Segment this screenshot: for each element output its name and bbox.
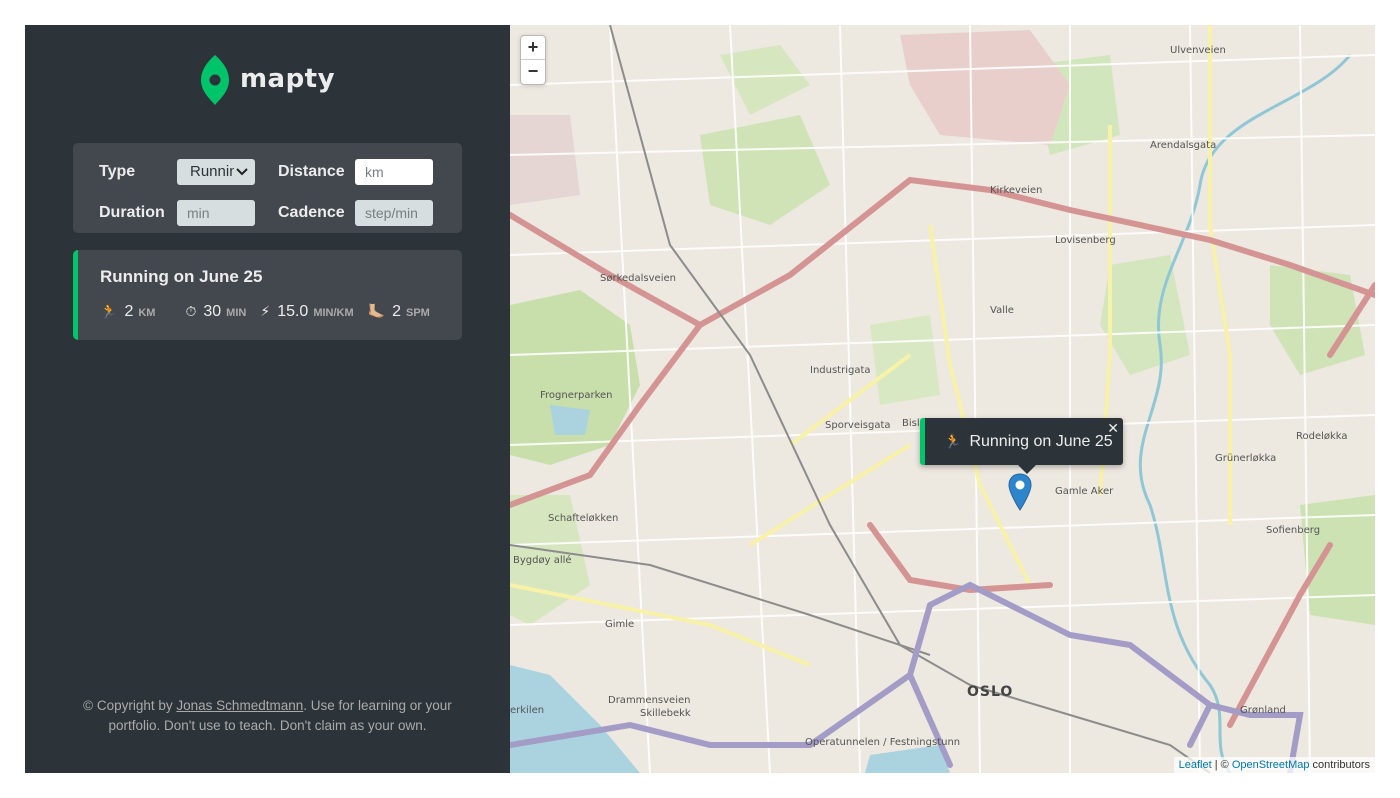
distance-label: Distance — [278, 163, 345, 180]
leaflet-link[interactable]: Leaflet — [1179, 759, 1212, 771]
stopwatch-icon: ⏱ — [185, 303, 197, 319]
logo: mapty — [25, 53, 510, 105]
workout-duration: ⏱ 30 min — [185, 303, 246, 321]
map-marker-icon[interactable] — [1008, 473, 1032, 511]
close-icon[interactable]: ✕ — [1107, 420, 1119, 437]
sidebar: mapty Type Running Distance Duration Cad… — [25, 25, 510, 773]
cadence-input[interactable] — [355, 199, 433, 226]
cadence-label: Cadence — [278, 203, 345, 221]
map-label-gimle: Gimle — [605, 619, 635, 630]
distance-value: 2 — [124, 303, 134, 320]
distance-input[interactable] — [355, 159, 433, 185]
map[interactable]: Frognerparken Valle Lovisenberg Schaftel… — [510, 25, 1375, 773]
workout-details: 🏃 2 km ⏱ 30 min ⚡ 15.0 min/km 🦶🏼 2 — [100, 303, 462, 321]
duration-label: Duration — [99, 203, 165, 221]
type-label: Type — [99, 163, 136, 180]
map-label-lovisenberg: Lovisenberg — [1055, 235, 1116, 246]
zoom-out-button[interactable]: − — [521, 60, 545, 84]
author-link[interactable]: Jonas Schmedtmann — [176, 698, 303, 713]
map-label-ulvenveien: Ulvenveien — [1170, 45, 1226, 56]
cadence-unit: spm — [406, 307, 430, 319]
pace-unit: min/km — [313, 307, 354, 319]
map-label-valle: Valle — [990, 305, 1014, 316]
map-label-oslo: OSLO — [967, 684, 1014, 700]
openstreetmap-link[interactable]: OpenStreetMap — [1232, 759, 1310, 771]
zoom-control: + − — [520, 35, 546, 85]
map-label-gamle-aker: Gamle Aker — [1055, 486, 1114, 497]
map-label-industrigata: Industrigata — [810, 365, 871, 376]
pace-value: 15.0 — [277, 303, 309, 320]
map-label-grunerlokka: Grünerløkka — [1215, 453, 1277, 464]
logo-text: mapty — [239, 64, 336, 94]
map-label-skillebekk: Skillebekk — [640, 708, 691, 719]
map-label-drammensveien: Drammensveien — [608, 695, 691, 706]
workout-title: Running on June 25 — [100, 267, 263, 286]
workout-cadence: 🦶🏼 2 spm — [368, 303, 430, 321]
cadence-value: 2 — [392, 303, 401, 320]
workout-distance: 🏃 2 km — [100, 303, 155, 321]
runner-icon: 🏃 — [100, 303, 118, 319]
map-label-arendalsgata: Arendalsgata — [1150, 140, 1217, 151]
map-label-rodelokka: Rodeløkka — [1296, 431, 1348, 442]
workout-item[interactable]: Running on June 25 🏃 2 km ⏱ 30 min ⚡ 15.… — [73, 250, 462, 340]
map-label-schafteloekken: Schafteløkken — [548, 513, 619, 524]
map-attribution: Leaflet | © OpenStreetMap contributors — [1173, 757, 1375, 773]
duration-input[interactable] — [177, 199, 255, 226]
map-label-gronland: Grønland — [1240, 705, 1286, 716]
map-label-sporveisgata: Sporveisgata — [825, 420, 891, 431]
workout-popup[interactable]: 🏃 Running on June 25 ✕ — [920, 418, 1123, 465]
map-tiles[interactable] — [510, 25, 1375, 773]
workout-form: Type Running Distance Duration Cadence — [73, 143, 462, 233]
popup-text: Running on June 25 — [969, 432, 1113, 450]
zoom-in-button[interactable]: + — [521, 36, 545, 60]
lightning-icon: ⚡ — [260, 303, 271, 319]
map-label-kerkilen: erkilen — [510, 705, 545, 716]
map-label-sofienberg: Sofienberg — [1266, 525, 1321, 536]
workout-pace: ⚡ 15.0 min/km — [260, 303, 353, 321]
map-label-sorkedalsveien: Sørkedalsveien — [600, 273, 676, 284]
map-pin-logo-icon — [200, 55, 229, 105]
map-label-operatunnelen: Operatunnelen / Festningstunn — [805, 737, 961, 748]
app: mapty Type Running Distance Duration Cad… — [25, 25, 1375, 773]
type-select-value: Running — [190, 163, 234, 180]
map-label-kirkeveien: Kirkeveien — [990, 185, 1043, 196]
type-select[interactable]: Running — [177, 159, 255, 185]
runner-icon: 🏃 — [944, 433, 962, 449]
foot-icon: 🦶🏼 — [367, 303, 386, 319]
map-label-bygdoy: Bygdøy allé — [513, 555, 572, 566]
copyright-prefix: © Copyright by — [83, 698, 177, 713]
map-label-frognerparken: Frognerparken — [540, 390, 613, 401]
copyright: © Copyright by Jonas Schmedtmann. Use fo… — [80, 696, 455, 736]
duration-unit: min — [226, 307, 247, 319]
attribution-separator: | © — [1211, 759, 1232, 771]
distance-unit: km — [138, 307, 156, 319]
chevron-down-icon — [235, 159, 249, 185]
duration-value: 30 — [203, 303, 222, 320]
attribution-suffix: contributors — [1309, 759, 1370, 771]
